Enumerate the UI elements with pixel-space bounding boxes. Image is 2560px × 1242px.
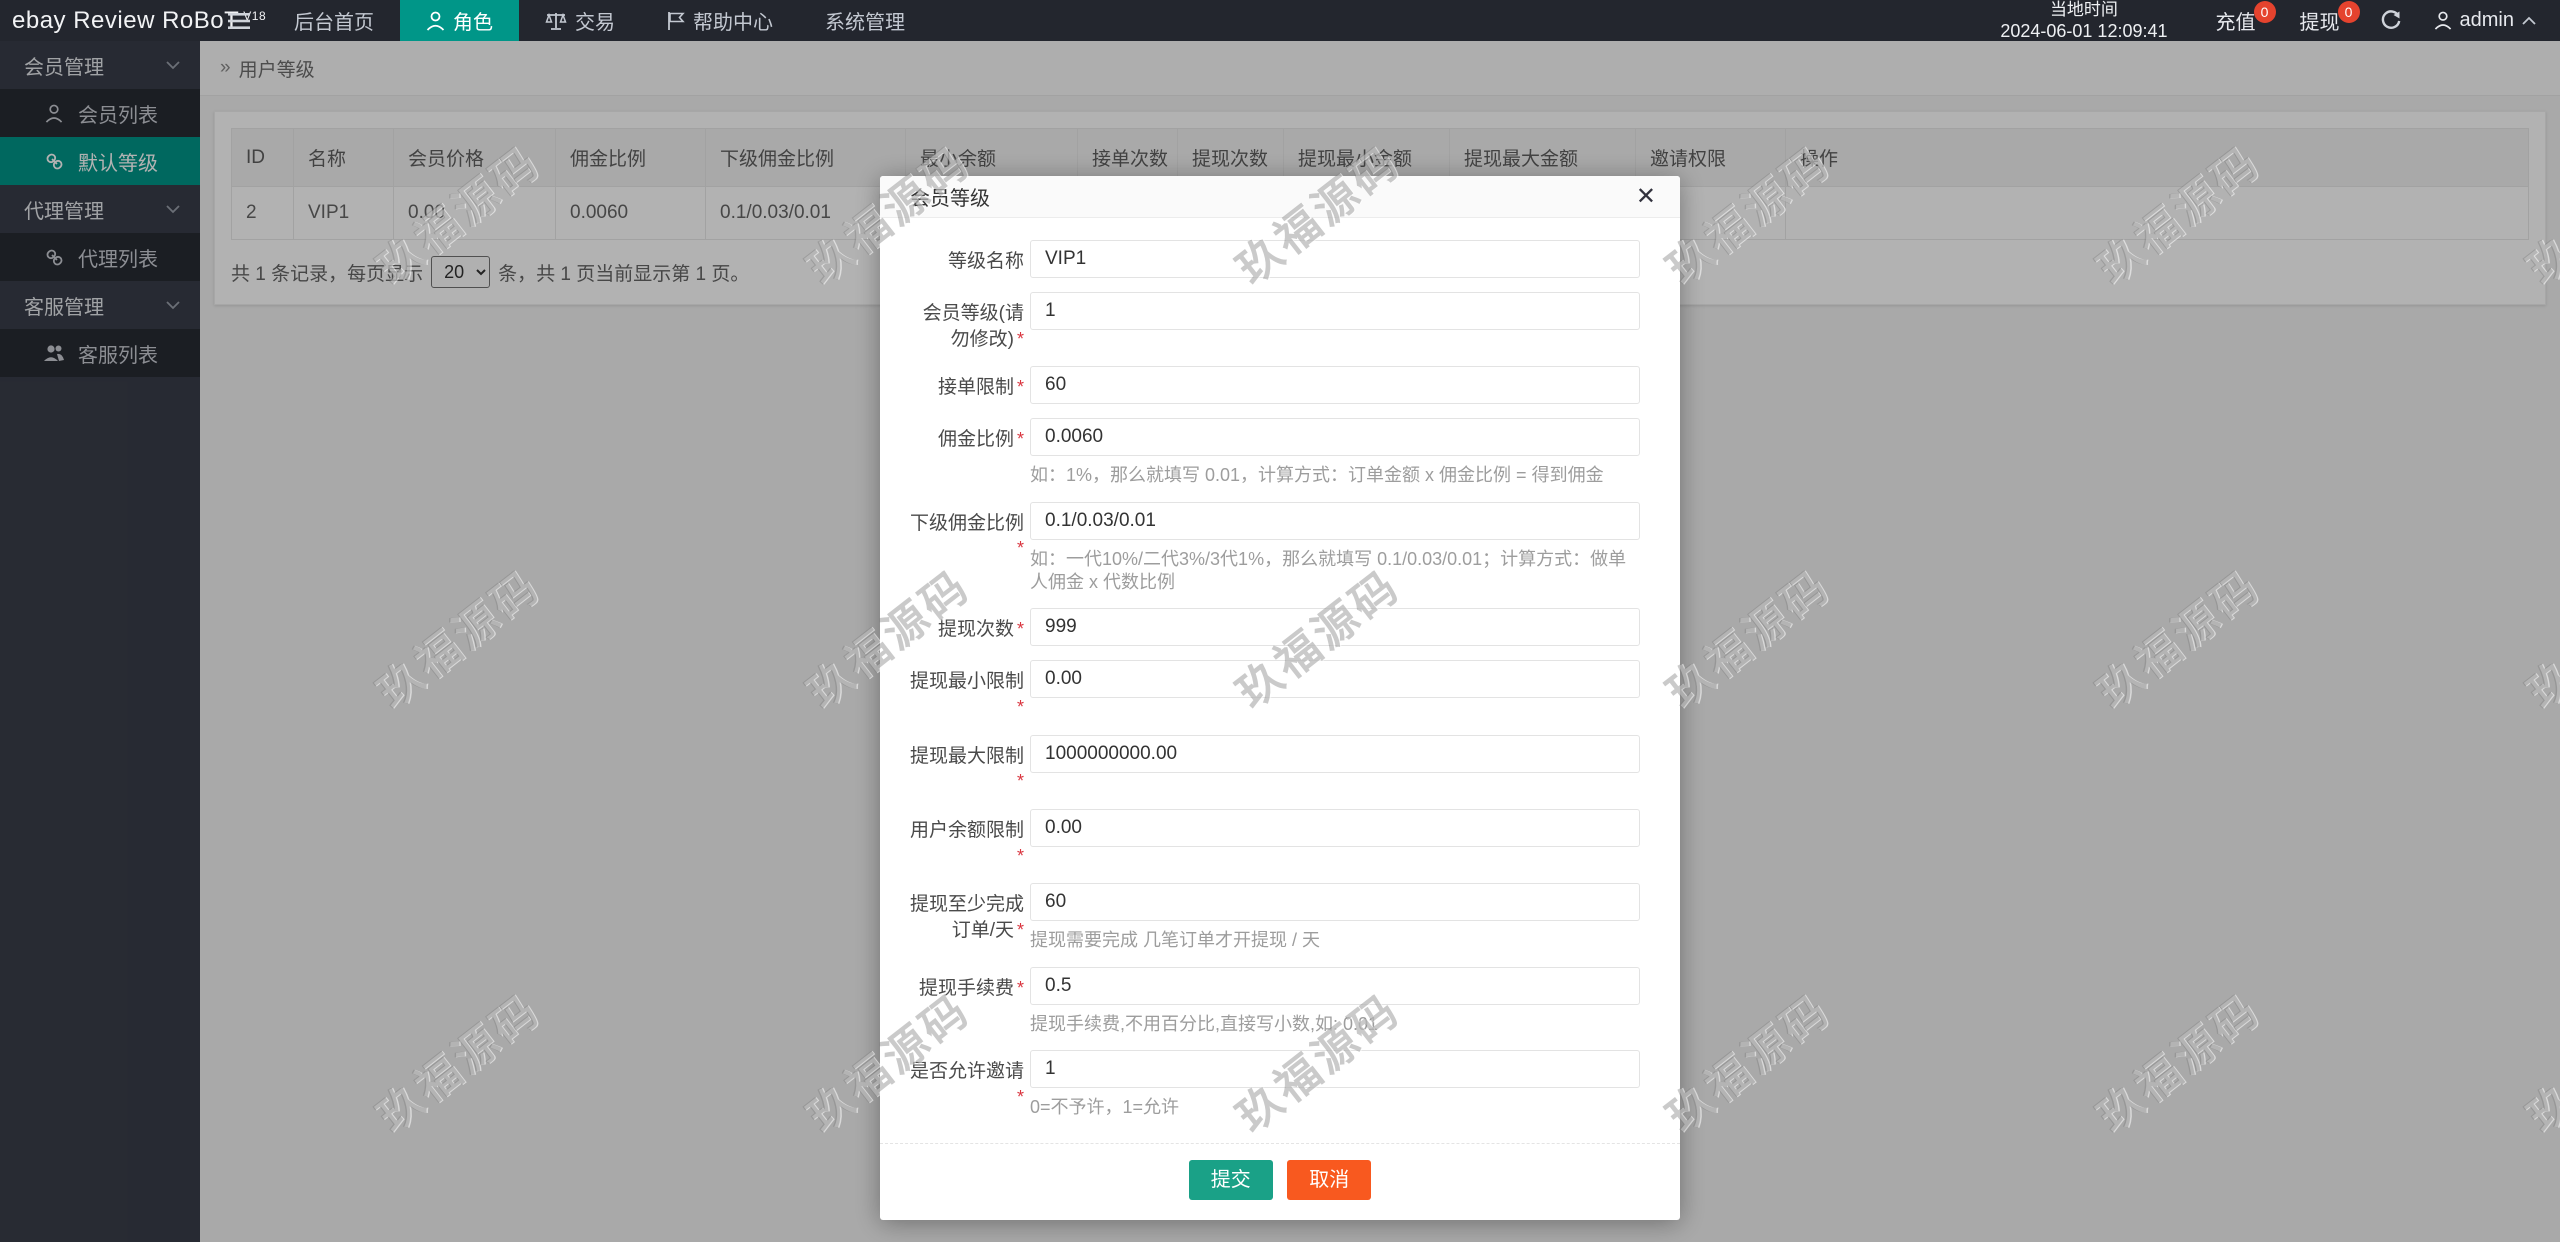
close-icon[interactable]: ✕ [1636,185,1656,209]
field-hint: 如：1%，那么就填写 0.01，计算方式：订单金额 x 佣金比例 = 得到佣金 [1030,464,1640,487]
modal-title: 会员等级 [910,182,1636,211]
form-row-withdraw-min: 提现最小限制 * [908,660,1640,720]
field-label: 用户余额限制 [910,820,1024,841]
sub-commission-rate-input[interactable] [1030,502,1640,540]
withdraw-count-input[interactable] [1030,608,1640,646]
tab-label: 角色 [453,6,493,35]
tab-help-center[interactable]: 帮助中心 [641,0,799,41]
person-icon [426,11,445,31]
local-time-value: 2024-06-01 12:09:41 [2000,20,2167,43]
member-level-modal: 会员等级 ✕ 等级名称 会员等级(请勿修改)* 接单限制* 佣金比例* 如：1%… [880,176,1680,1220]
min-orders-per-day-input[interactable] [1030,883,1640,921]
tab-label: 系统管理 [825,6,905,35]
flag-icon [667,11,685,31]
field-label: 等级名称 [948,251,1024,272]
form-row-withdraw-max: 提现最大限制 * [908,735,1640,795]
withdraw-label: 提现 [2300,6,2340,35]
recharge-label: 充值 [2216,6,2256,35]
required-asterisk: * [1017,538,1024,558]
local-time-label: 当地时间 [2050,0,2118,20]
field-label: 下级佣金比例 [910,513,1024,534]
field-label: 提现次数 [938,619,1014,640]
hamburger-icon [228,12,250,30]
balance-limit-input[interactable] [1030,809,1640,847]
modal-body: 等级名称 会员等级(请勿修改)* 接单限制* 佣金比例* 如：1%，那么就填写 … [880,218,1680,1119]
order-limit-input[interactable] [1030,366,1640,404]
form-row-member-level: 会员等级(请勿修改)* [908,292,1640,352]
field-label: 提现最小限制 [910,671,1024,692]
required-asterisk: * [1017,329,1024,349]
refresh-button[interactable] [2362,0,2420,41]
field-label: 提现手续费 [919,978,1014,999]
tab-dashboard[interactable]: 后台首页 [268,0,400,41]
allow-invite-input[interactable] [1030,1050,1640,1088]
form-row-withdraw-fee: 提现手续费* 提现手续费,不用百分比,直接写小数,如: 0.01 [908,967,1640,1036]
field-hint: 提现手续费,不用百分比,直接写小数,如: 0.01 [1030,1013,1640,1036]
submit-button[interactable]: 提交 [1189,1160,1273,1200]
recharge-badge: 0 [2254,1,2276,23]
refresh-icon [2380,10,2402,32]
scales-icon [545,11,567,31]
required-asterisk: * [1017,1087,1024,1107]
form-row-level-name: 等级名称 [908,240,1640,278]
tab-label: 交易 [575,6,615,35]
user-menu[interactable]: admin [2420,0,2560,41]
modal-footer: 提交 取消 [880,1143,1680,1220]
topbar-right: 当地时间 2024-06-01 12:09:41 充值 0 提现 0 admin [1974,0,2560,41]
field-hint: 提现需要完成 几笔订单才开提现 / 天 [1030,929,1640,952]
tab-trade[interactable]: 交易 [519,0,641,41]
required-asterisk: * [1017,429,1024,449]
withdraw-fee-input[interactable] [1030,967,1640,1005]
required-asterisk: * [1017,920,1024,940]
field-label: 提现至少完成订单/天 [910,894,1024,941]
recharge-button[interactable]: 充值 0 [2194,0,2278,41]
field-label: 是否允许邀请 [910,1061,1024,1082]
topbar: ebay Review RoBoT V18 后台首页 角色 交易 [0,0,2560,41]
required-asterisk: * [1017,846,1024,866]
withdraw-max-input[interactable] [1030,735,1640,773]
form-row-order-limit: 接单限制* [908,366,1640,404]
level-name-input[interactable] [1030,240,1640,278]
cancel-button[interactable]: 取消 [1287,1160,1371,1200]
field-label: 提现最大限制 [910,746,1024,767]
form-row-balance-limit: 用户余额限制 * [908,809,1640,869]
username: admin [2460,9,2514,32]
form-row-withdraw-count: 提现次数* [908,608,1640,646]
field-label: 佣金比例 [938,429,1014,450]
tab-label: 后台首页 [294,6,374,35]
commission-rate-input[interactable] [1030,418,1640,456]
field-label: 接单限制 [938,377,1014,398]
tab-roles[interactable]: 角色 [400,0,519,41]
chevron-up-icon [2522,16,2536,25]
required-asterisk: * [1017,771,1024,791]
tab-system[interactable]: 系统管理 [799,0,931,41]
required-asterisk: * [1017,377,1024,397]
form-row-allow-invite: 是否允许邀请 * 0=不予许，1=允许 [908,1050,1640,1119]
required-asterisk: * [1017,978,1024,998]
local-time: 当地时间 2024-06-01 12:09:41 [1974,0,2193,41]
app-logo-text: ebay Review RoBoT [12,7,239,35]
withdraw-badge: 0 [2338,1,2360,23]
sidebar-toggle-button[interactable] [210,0,268,41]
required-asterisk: * [1017,697,1024,717]
tab-label: 帮助中心 [693,6,773,35]
form-row-commission-rate: 佣金比例* 如：1%，那么就填写 0.01，计算方式：订单金额 x 佣金比例 =… [908,418,1640,487]
field-hint: 0=不予许，1=允许 [1030,1096,1640,1119]
modal-header: 会员等级 ✕ [880,176,1680,218]
field-hint: 如：一代10%/二代3%/3代1%，那么就填写 0.1/0.03/0.01；计算… [1030,548,1640,595]
form-row-min-orders-per-day: 提现至少完成订单/天* 提现需要完成 几笔订单才开提现 / 天 [908,883,1640,952]
form-row-sub-commission-rate: 下级佣金比例 * 如：一代10%/二代3%/3代1%，那么就填写 0.1/0.03… [908,502,1640,595]
withdraw-min-input[interactable] [1030,660,1640,698]
withdraw-button[interactable]: 提现 0 [2278,0,2362,41]
field-label: 会员等级(请勿修改) [923,303,1024,350]
required-asterisk: * [1017,619,1024,639]
member-level-input[interactable] [1030,292,1640,330]
app-logo: ebay Review RoBoT V18 [0,0,210,41]
person-icon [2434,11,2452,30]
